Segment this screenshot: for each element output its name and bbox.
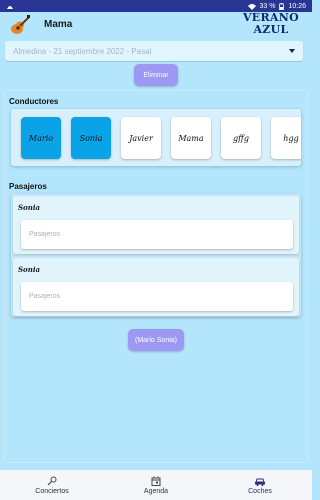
car-summary-button[interactable]: (Mario Sonia) <box>128 329 184 351</box>
driver-chip-gffg[interactable]: gffg <box>221 117 261 159</box>
pasajeros-card: Sonia Pasajeros <box>13 258 299 316</box>
nav-agenda-label: Agenda <box>143 487 169 495</box>
pasajeros-input[interactable]: Pasajeros <box>21 282 293 311</box>
battery-text: 33 % <box>259 2 276 10</box>
microphone-icon <box>47 476 57 485</box>
bottom-nav: Conciertos Agenda Coches <box>0 470 312 500</box>
android-notification-icon <box>7 5 13 9</box>
logo-line2: AZUL <box>253 23 289 36</box>
clock-text: 10:26 <box>288 2 306 10</box>
app-bar: Mama VERANO AZUL <box>0 12 312 40</box>
nav-coches[interactable]: Coches <box>208 470 312 500</box>
driver-chip-sonia[interactable]: Sonia <box>71 117 111 159</box>
pasajeros-input[interactable]: Pasajeros <box>21 220 293 249</box>
nav-conciertos[interactable]: Conciertos <box>0 470 104 500</box>
driver-name: Sonia <box>18 203 41 212</box>
app-title: Mama <box>44 19 73 30</box>
calendar-icon <box>151 476 161 486</box>
nav-conciertos-label: Conciertos <box>35 487 69 495</box>
conductores-label: Conductores <box>9 97 59 106</box>
pasajeros-card: Sonia Pasajeros <box>13 196 299 254</box>
driver-chip-javier[interactable]: Javier <box>121 117 161 159</box>
battery-icon <box>279 2 285 10</box>
car-icon <box>255 478 265 486</box>
driver-chip-mama[interactable]: Mama <box>171 117 211 159</box>
eliminar-button[interactable]: Eliminar <box>134 64 178 86</box>
concert-select[interactable]: Almedina - 21 septiembre 2022 - Pasal <box>5 41 303 61</box>
chevron-down-icon <box>289 49 295 53</box>
concert-select-value: Almedina - 21 septiembre 2022 - Pasal <box>13 46 152 56</box>
drivers-scroll-row[interactable]: Mario Sonia Javier Mama gffg hgg <box>11 109 301 166</box>
nav-agenda[interactable]: Agenda <box>104 470 208 500</box>
pasajeros-label: Pasajeros <box>9 182 47 191</box>
wifi-icon <box>247 3 256 10</box>
verano-azul-logo: VERANO AZUL <box>238 12 304 36</box>
guitar-icon <box>11 15 30 34</box>
driver-chip-mario[interactable]: Mario <box>21 117 61 159</box>
driver-name: Sonia <box>18 265 41 274</box>
nav-coches-label: Coches <box>248 487 272 495</box>
driver-chip-hgg[interactable]: hgg <box>271 117 301 159</box>
pasajeros-list: Sonia Pasajeros Sonia Pasajeros <box>11 194 301 317</box>
